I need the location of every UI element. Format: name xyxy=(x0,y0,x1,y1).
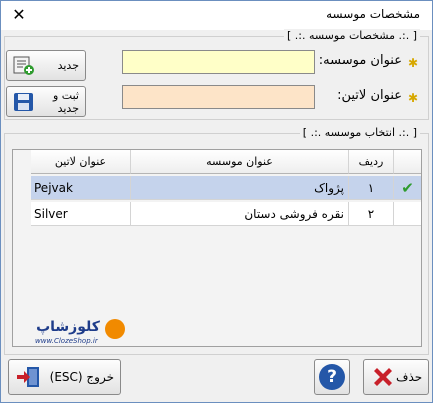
group-caption-info: [ .:. مشخصات موسسه .:. ] xyxy=(283,29,420,42)
cell-title: نقره فروشی دستان xyxy=(131,202,349,226)
cell-row-number: ۱ xyxy=(349,176,394,200)
table-row[interactable]: Silver نقره فروشی دستان ۲ xyxy=(13,202,421,226)
dialog-window: ✕ مشخصات موسسه [ .:. مشخصات موسسه .:. ] … xyxy=(0,0,433,403)
required-star-icon: ✱ xyxy=(408,91,419,105)
exit-button[interactable]: خروج (ESC) xyxy=(8,359,121,395)
institutes-grid[interactable]: عنوان لاتین عنوان موسسه ردیف Pejvak پژوا… xyxy=(12,149,422,347)
delete-button[interactable]: حذف xyxy=(363,359,429,395)
column-header-row[interactable]: ردیف xyxy=(349,150,394,174)
column-header-title[interactable]: عنوان موسسه xyxy=(131,150,349,174)
column-header-indicator xyxy=(394,150,421,174)
group-caption-select: [ .:. انتخاب موسسه .:. ] xyxy=(299,126,420,139)
new-button[interactable]: جدید xyxy=(6,50,86,81)
watermark-name: کلوزشاپ xyxy=(36,319,100,335)
watermark-logo: کلوزشاپ www.ClozeShop.ir xyxy=(33,319,125,345)
save-icon xyxy=(13,92,35,112)
delete-x-icon xyxy=(370,364,396,390)
cell-title: پژواک xyxy=(131,176,349,200)
latin-title-input[interactable] xyxy=(122,85,315,109)
cell-latin: Pejvak xyxy=(31,176,131,200)
cell-latin: Silver xyxy=(31,202,131,226)
selected-check-icon: ✔ xyxy=(394,176,421,200)
new-record-icon xyxy=(13,56,35,76)
exit-button-label: خروج (ESC) xyxy=(49,370,114,384)
help-button[interactable]: ? xyxy=(314,359,350,395)
shop-logo-icon xyxy=(105,319,125,339)
table-row[interactable]: Pejvak پژواک ۱ ✔ xyxy=(13,176,421,200)
save-new-button[interactable]: ثبت و جدید xyxy=(6,86,86,117)
watermark-url: www.ClozeShop.ir xyxy=(35,337,98,345)
help-icon: ? xyxy=(319,364,345,390)
save-new-button-label: ثبت و جدید xyxy=(53,88,79,115)
window-title: مشخصات موسسه xyxy=(326,7,420,21)
title-bar: ✕ مشخصات موسسه xyxy=(1,1,432,30)
new-button-label: جدید xyxy=(57,59,79,72)
latin-title-label: عنوان لاتین: xyxy=(337,88,402,103)
delete-button-label: حذف xyxy=(396,370,423,384)
grid-header: عنوان لاتین عنوان موسسه ردیف xyxy=(13,150,421,174)
institute-title-label: عنوان موسسه: xyxy=(318,53,402,68)
cell-row-number: ۲ xyxy=(349,202,394,226)
close-button[interactable]: ✕ xyxy=(9,5,29,25)
institute-title-input[interactable] xyxy=(122,50,315,74)
required-star-icon: ✱ xyxy=(408,56,419,70)
column-header-latin[interactable]: عنوان لاتین xyxy=(31,150,131,174)
exit-door-icon xyxy=(15,365,41,389)
row-indicator xyxy=(394,202,421,226)
